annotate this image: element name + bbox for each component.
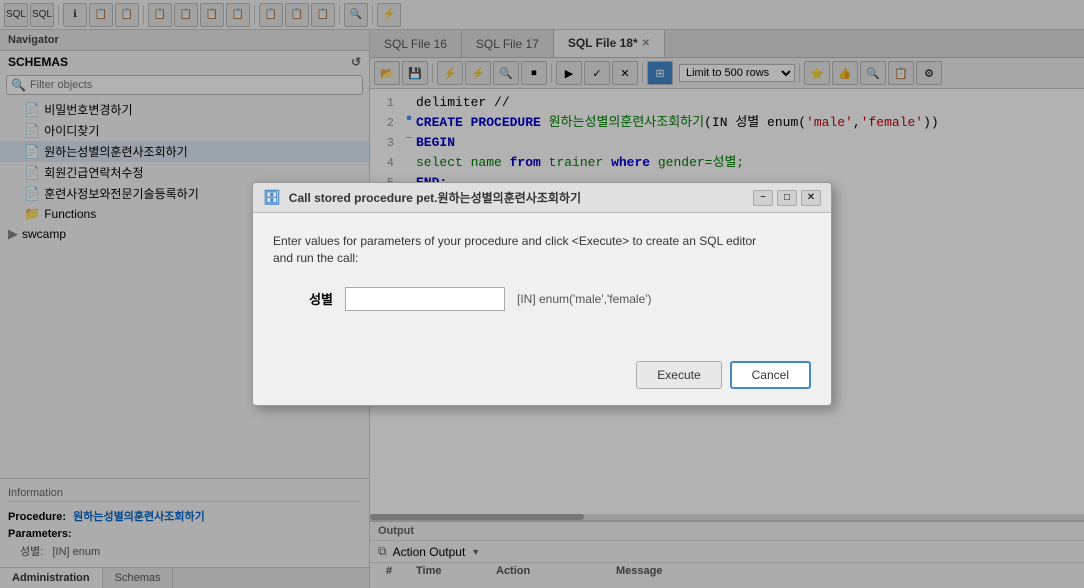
modal-description: Enter values for parameters of your proc… — [273, 233, 811, 267]
modal-titlebar: 🗄 Call stored procedure pet.원하는성별의훈련사조회하… — [253, 183, 831, 213]
modal-title-text: Call stored procedure pet.원하는성별의훈련사조회하기 — [289, 189, 581, 206]
db-icon: 🗄 — [263, 189, 281, 206]
modal-maximize-btn[interactable]: □ — [777, 190, 797, 206]
modal-minimize-btn[interactable]: − — [753, 190, 773, 206]
execute-button[interactable]: Execute — [636, 361, 721, 389]
param-label: 성별 — [273, 289, 333, 308]
modal-controls: − □ ✕ — [753, 190, 821, 206]
modal-dialog: 🗄 Call stored procedure pet.원하는성별의훈련사조회하… — [252, 182, 832, 406]
param-input[interactable] — [345, 287, 505, 311]
modal-close-btn[interactable]: ✕ — [801, 190, 821, 206]
modal-footer: Execute Cancel — [253, 351, 831, 405]
modal-overlay[interactable]: 🗄 Call stored procedure pet.원하는성별의훈련사조회하… — [0, 0, 1084, 588]
cancel-button[interactable]: Cancel — [730, 361, 811, 389]
modal-body: Enter values for parameters of your proc… — [253, 213, 831, 351]
param-meta: [IN] enum('male','female') — [517, 292, 652, 306]
modal-title: 🗄 Call stored procedure pet.원하는성별의훈련사조회하… — [263, 189, 581, 206]
param-row: 성별 [IN] enum('male','female') — [273, 287, 811, 311]
